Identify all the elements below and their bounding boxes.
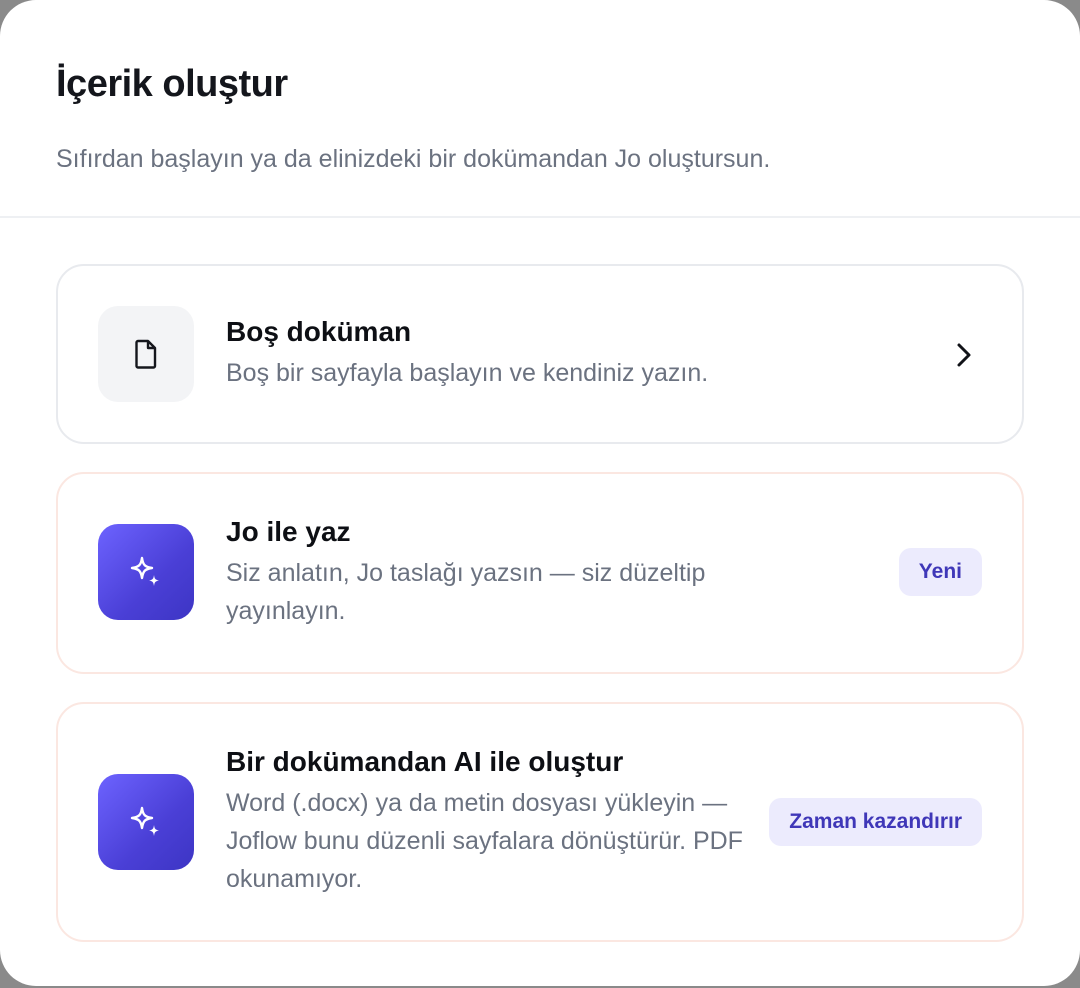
time-saver-badge: Zaman kazandırır	[769, 798, 982, 846]
option-title: Boş doküman	[226, 316, 412, 347]
option-text: Bir dokümandan AI ile oluştur Word (.doc…	[226, 744, 746, 898]
document-icon	[98, 306, 194, 402]
option-text: Jo ile yaz Siz anlatın, Jo taslağı yazsı…	[226, 514, 806, 630]
option-description: Word (.docx) ya da metin dosyası yükleyi…	[226, 789, 743, 893]
option-title: Jo ile yaz	[226, 516, 351, 547]
option-text: Boş doküman Boş bir sayfayla başlayın ve…	[226, 314, 866, 392]
option-description: Siz anlatın, Jo taslağı yazsın — siz düz…	[226, 559, 706, 625]
dialog-subtitle: Sıfırdan başlayın ya da elinizdeki bir d…	[56, 145, 771, 173]
write-with-jo-option[interactable]: Jo ile yaz Siz anlatın, Jo taslağı yazsı…	[56, 472, 1024, 674]
dialog-title: İçerik oluştur	[56, 63, 288, 105]
new-badge: Yeni	[898, 548, 982, 596]
create-from-document-option[interactable]: Bir dokümandan AI ile oluştur Word (.doc…	[56, 702, 1024, 942]
option-description: Boş bir sayfayla başlayın ve kendiniz ya…	[226, 359, 709, 387]
create-content-dialog: İçerik oluştur Sıfırdan başlayın ya da e…	[0, 0, 1080, 986]
chevron-right-icon	[957, 343, 971, 367]
sparkles-icon	[98, 524, 194, 620]
option-title: Bir dokümandan AI ile oluştur	[226, 746, 624, 777]
sparkles-icon	[98, 774, 194, 870]
blank-document-option[interactable]: Boş doküman Boş bir sayfayla başlayın ve…	[56, 264, 1024, 444]
dialog-header: İçerik oluştur Sıfırdan başlayın ya da e…	[0, 0, 1080, 218]
